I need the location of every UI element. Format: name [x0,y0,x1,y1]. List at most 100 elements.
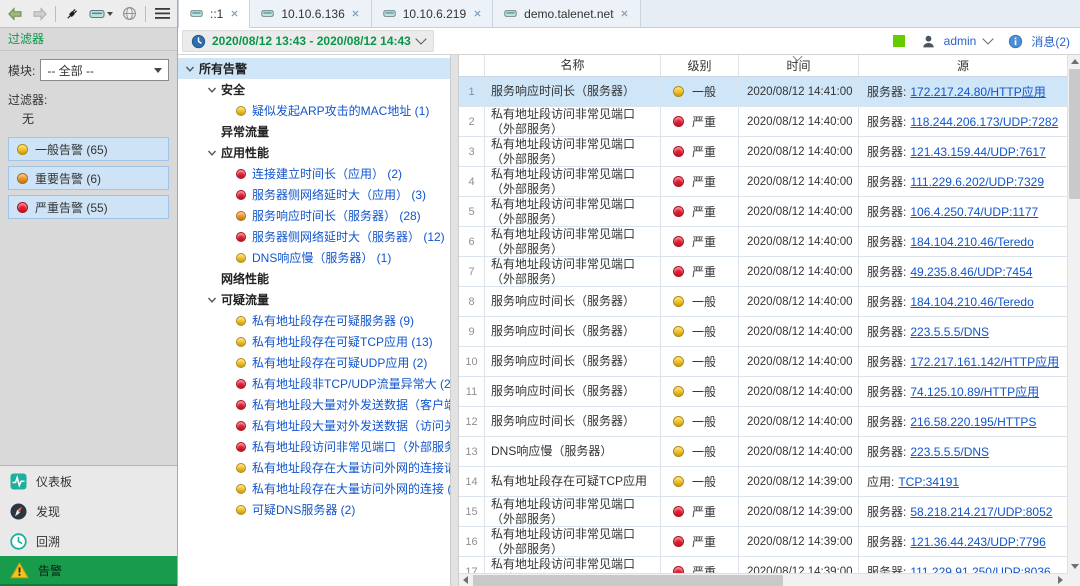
nav-item-playback[interactable]: 回溯 [0,526,177,556]
time-range-label: 2020/08/12 13:43 - 2020/08/12 14:43 [212,34,411,48]
table-row[interactable]: 1 服务响应时间长（服务器） 一般 2020/08/12 14:41:00 服务… [459,77,1067,107]
close-icon[interactable] [229,8,239,20]
table-row[interactable]: 12 服务响应时间长（服务器） 一般 2020/08/12 14:40:00 服… [459,407,1067,437]
table-row[interactable]: 13 DNS响应慢（服务器） 一般 2020/08/12 14:40:00 服务… [459,437,1067,467]
alert-filter-button-critical-alarms[interactable]: 严重告警 (55) [8,195,169,219]
table-row[interactable]: 2 私有地址段访问非常见端口（外部服务） 严重 2020/08/12 14:40… [459,107,1067,137]
source-link[interactable]: 184.104.210.46/Teredo [910,295,1033,309]
horizontal-scrollbar[interactable] [459,573,1067,586]
table-row[interactable]: 3 私有地址段访问非常见端口（外部服务） 严重 2020/08/12 14:40… [459,137,1067,167]
tree-item[interactable]: 疑似发起ARP攻击的MAC地址 (1) [178,100,450,121]
tree-item-label: 私有地址段存在可疑UDP应用 (2) [252,354,427,371]
tree-item[interactable]: 私有地址段存在可疑服务器 (9) [178,310,450,331]
time-range-button[interactable]: 2020/08/12 13:43 - 2020/08/12 14:43 [182,30,434,52]
browser-tab[interactable]: ::1 [178,0,250,28]
messages-link[interactable]: 消息(2) [1031,33,1070,50]
alert-time: 2020/08/12 14:40:00 [739,197,859,226]
tree-item[interactable]: 应用性能 [178,142,450,163]
tree-item[interactable]: 私有地址段大量对外发送数据（客户端） (1) [178,394,450,415]
tree-item[interactable]: 连接建立时间长（应用） (2) [178,163,450,184]
source-link[interactable]: 184.104.210.46/Teredo [910,235,1033,249]
source-link[interactable]: 121.36.44.243/UDP:7796 [910,535,1045,549]
severity-dot [236,400,246,410]
table-row[interactable]: 9 服务响应时间长（服务器） 一般 2020/08/12 14:40:00 服务… [459,317,1067,347]
table-row[interactable]: 15 私有地址段访问非常见端口（外部服务） 严重 2020/08/12 14:3… [459,497,1067,527]
source-link[interactable]: 118.244.206.173/UDP:7282 [910,115,1058,129]
row-number: 6 [459,227,485,256]
source-link[interactable]: 216.58.220.195/HTTPS [910,415,1036,429]
source-link[interactable]: 49.235.8.46/UDP:7454 [910,265,1032,279]
source-link[interactable]: 172.217.24.80/HTTP应用 [910,83,1045,100]
table-row[interactable]: 8 服务响应时间长（服务器） 一般 2020/08/12 14:40:00 服务… [459,287,1067,317]
source-link[interactable]: 121.43.159.44/UDP:7617 [910,145,1045,159]
table-row[interactable]: 11 服务响应时间长（服务器） 一般 2020/08/12 14:40:00 服… [459,377,1067,407]
horizontal-scroll-thumb[interactable] [473,575,783,586]
close-icon[interactable] [351,8,361,20]
tree-item[interactable]: 服务器侧网络延时大（服务器） (12) [178,226,450,247]
browser-tab[interactable]: 10.10.6.136 [250,0,371,27]
nav-item-alerts[interactable]: 告警 [0,556,177,586]
capture-device-icon[interactable] [88,5,114,23]
column-header-level[interactable]: 级别 [661,55,739,76]
browser-tab[interactable]: 10.10.6.219 [372,0,493,27]
scroll-up-icon[interactable] [1068,55,1080,68]
column-header-time[interactable]: 时间 [739,55,859,76]
table-row[interactable]: 6 私有地址段访问非常见端口（外部服务） 严重 2020/08/12 14:40… [459,227,1067,257]
tree-item[interactable]: 私有地址段大量对外发送数据（访问关系） (1) [178,415,450,436]
tree-item[interactable]: 可疑流量 [178,289,450,310]
alert-filter-button-major-alarms[interactable]: 重要告警 (6) [8,166,169,190]
source-link[interactable]: 223.5.5.5/DNS [910,325,989,339]
tree-item[interactable]: 网络性能 [178,268,450,289]
user-menu[interactable]: admin [944,34,977,48]
vertical-scrollbar[interactable] [1067,55,1080,573]
tree-item[interactable]: 私有地址段非TCP/UDP流量异常大 (2) [178,373,450,394]
vertical-scroll-thumb[interactable] [1069,69,1080,199]
scroll-left-icon[interactable] [459,574,472,586]
nav-item-dashboard[interactable]: 仪表板 [0,466,177,496]
chevron-down-icon [207,85,217,95]
close-icon[interactable] [620,8,630,20]
table-row[interactable]: 14 私有地址段存在可疑TCP应用 一般 2020/08/12 14:39:00… [459,467,1067,497]
table-row[interactable]: 4 私有地址段访问非常见端口（外部服务） 严重 2020/08/12 14:40… [459,167,1067,197]
menu-icon[interactable] [153,5,171,23]
tree-item[interactable]: 私有地址段存在大量访问外网的连接请求 (1) [178,457,450,478]
tree-item[interactable]: 异常流量 [178,121,450,142]
column-header-name[interactable]: 名称 [485,55,661,76]
column-header-source[interactable]: 源 [859,55,1067,76]
table-row[interactable]: 5 私有地址段访问非常见端口（外部服务） 严重 2020/08/12 14:40… [459,197,1067,227]
close-icon[interactable] [472,8,482,20]
tree-item[interactable]: 安全 [178,79,450,100]
source-link[interactable]: 223.5.5.5/DNS [910,445,989,459]
panel-splitter[interactable] [450,55,459,586]
tree-item[interactable]: 可疑DNS服务器 (2) [178,499,450,520]
source-link[interactable]: 106.4.250.74/UDP:1177 [910,205,1038,219]
back-icon[interactable] [6,5,24,23]
source-link[interactable]: 172.217.161.142/HTTP应用 [910,353,1059,370]
tree-item[interactable]: 服务响应时间长（服务器） (28) [178,205,450,226]
tree-item[interactable]: 私有地址段存在大量访问外网的连接 (1) [178,478,450,499]
tree-item[interactable]: 所有告警 [178,58,450,79]
table-row[interactable]: 10 服务响应时间长（服务器） 一般 2020/08/12 14:40:00 服… [459,347,1067,377]
tree-item[interactable]: DNS响应慢（服务器） (1) [178,247,450,268]
browser-tab[interactable]: demo.talenet.net [493,0,640,27]
scroll-right-icon[interactable] [1054,574,1067,586]
tree-item[interactable]: 服务器侧网络延时大（应用） (3) [178,184,450,205]
table-row[interactable]: 16 私有地址段访问非常见端口（外部服务） 严重 2020/08/12 14:3… [459,527,1067,557]
nav-item-discover[interactable]: 发现 [0,496,177,526]
source-link[interactable]: 111.229.6.202/UDP:7329 [910,175,1044,189]
table-row[interactable]: 17 私有地址段访问非常见端口（外部服务） 严重 2020/08/12 14:3… [459,557,1067,573]
source-link[interactable]: TCP:34191 [898,475,959,489]
tree-item[interactable]: 私有地址段存在可疑TCP应用 (13) [178,331,450,352]
plug-icon[interactable] [63,5,81,23]
scroll-down-icon[interactable] [1068,560,1080,573]
forward-icon[interactable] [31,5,49,23]
source-link[interactable]: 111.229.91.250/UDP:8036 [910,565,1050,574]
tree-item[interactable]: 私有地址段访问非常见端口（外部服务） (47) [178,436,450,457]
source-link[interactable]: 74.125.10.89/HTTP应用 [910,383,1039,400]
globe-icon[interactable] [121,5,139,23]
alert-filter-button-normal-alarms[interactable]: 一般告警 (65) [8,137,169,161]
table-row[interactable]: 7 私有地址段访问非常见端口（外部服务） 严重 2020/08/12 14:40… [459,257,1067,287]
module-select[interactable]: -- 全部 -- [40,59,169,81]
source-link[interactable]: 58.218.214.217/UDP:8052 [910,505,1052,519]
tree-item[interactable]: 私有地址段存在可疑UDP应用 (2) [178,352,450,373]
